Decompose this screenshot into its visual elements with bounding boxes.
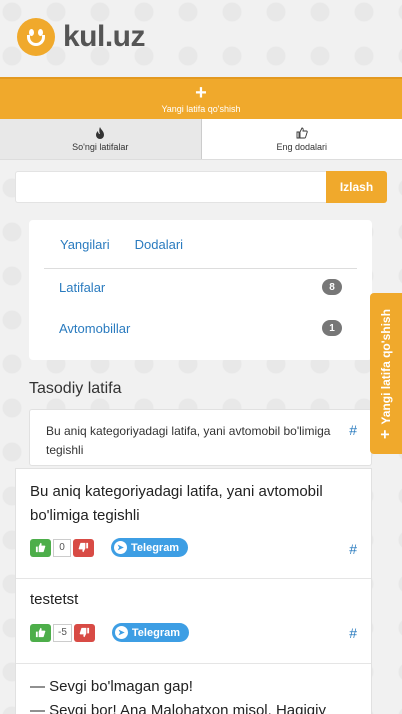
dislike-button[interactable] xyxy=(73,538,94,557)
category-item-latifalar[interactable]: Latifalar 8 xyxy=(59,279,342,295)
telegram-label: Telegram xyxy=(131,626,180,639)
joke-actions: -5 ➤ Telegram xyxy=(30,623,189,642)
thumbs-up-icon xyxy=(296,127,308,138)
dislike-button[interactable] xyxy=(73,623,95,642)
like-button[interactable] xyxy=(30,623,51,642)
logo[interactable]: kul.uz xyxy=(17,18,146,56)
plus-icon: + xyxy=(377,429,395,439)
joke-item: — Sevgi bo'lmagan gap! — Sevgi bor! Ana … xyxy=(16,664,371,714)
joke-text: testetst xyxy=(30,591,79,608)
vote-count: -5 xyxy=(53,623,72,642)
telegram-icon: ➤ xyxy=(114,541,127,554)
logo-text: kul.uz xyxy=(63,20,146,53)
permalink-link[interactable]: # xyxy=(349,541,357,557)
random-joke-title: Tasodiy latifa xyxy=(29,380,122,397)
tab-bar: So'ngi latifalar Eng dodalari xyxy=(0,119,402,160)
fire-icon xyxy=(96,126,105,139)
thumbs-up-icon xyxy=(35,627,46,638)
search-button[interactable]: Izlash xyxy=(326,171,387,203)
tab-latest-label: So'ngi latifalar xyxy=(72,141,129,152)
telegram-label: Telegram xyxy=(131,541,180,554)
side-add-joke-button[interactable]: + Yangi latifa qo'shish xyxy=(370,293,402,454)
smiley-logo-icon xyxy=(17,18,55,56)
tab-newest[interactable]: Yangilari xyxy=(60,237,110,252)
telegram-share-button[interactable]: ➤ Telegram xyxy=(111,538,189,557)
plus-icon: + xyxy=(195,81,207,104)
joke-list: Bu aniq kategoriyadagi latifa, yani avto… xyxy=(15,468,372,714)
joke-text: — Sevgi bo'lmagan gap! — Sevgi bor! Ana … xyxy=(30,678,326,714)
category-item-avtomobillar[interactable]: Avtomobillar 1 xyxy=(59,320,342,336)
vote-count: 0 xyxy=(53,538,71,557)
random-joke-card: Bu aniq kategoriyadagi latifa, yani avto… xyxy=(29,409,372,466)
header: kul.uz xyxy=(0,0,402,77)
like-button[interactable] xyxy=(30,538,51,557)
random-joke-text: Bu aniq kategoriyadagi latifa, yani avto… xyxy=(46,424,331,457)
joke-item: testetst -5 ➤ Telegram # xyxy=(16,579,371,664)
thumbs-down-icon xyxy=(79,627,89,638)
telegram-share-button[interactable]: ➤ Telegram xyxy=(111,623,189,642)
tab-best-label: Eng dodalari xyxy=(276,141,328,152)
search-input[interactable] xyxy=(15,171,326,203)
add-joke-label: Yangi latifa qo'shish xyxy=(161,103,241,114)
category-panel: Yangilari Dodalari Latifalar 8 Avtomobil… xyxy=(29,220,372,360)
category-header: Yangilari Dodalari xyxy=(44,220,357,269)
category-label: Avtomobillar xyxy=(59,320,131,336)
count-badge: 8 xyxy=(322,279,342,295)
telegram-icon: ➤ xyxy=(114,626,128,639)
joke-actions: 0 ➤ Telegram xyxy=(30,538,189,557)
thumbs-down-icon xyxy=(78,542,89,553)
side-add-joke-label: Yangi latifa qo'shish xyxy=(379,308,394,425)
permalink-link[interactable]: # xyxy=(349,625,357,641)
tab-top[interactable]: Dodalari xyxy=(135,237,183,252)
joke-item: Bu aniq kategoriyadagi latifa, yani avto… xyxy=(16,469,371,579)
joke-text: Bu aniq kategoriyadagi latifa, yani avto… xyxy=(30,483,323,524)
count-badge: 1 xyxy=(322,320,342,336)
tab-best[interactable]: Eng dodalari xyxy=(201,119,402,159)
add-joke-button[interactable]: + Yangi latifa qo'shish xyxy=(0,77,402,119)
tab-latest[interactable]: So'ngi latifalar xyxy=(0,119,202,159)
search-form: Izlash xyxy=(15,171,387,203)
category-label: Latifalar xyxy=(59,279,106,295)
permalink-link[interactable]: # xyxy=(349,422,357,438)
thumbs-up-icon xyxy=(35,542,46,553)
